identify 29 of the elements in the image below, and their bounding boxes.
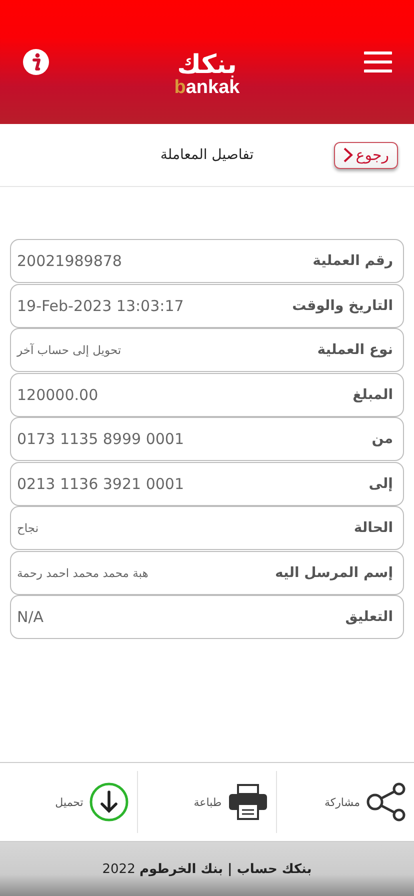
info-icon[interactable]	[22, 48, 50, 76]
field-label: الحالة	[354, 520, 393, 536]
print-button[interactable]: طباعة	[137, 771, 276, 833]
field-value: 0173 1135 8999 0001	[17, 430, 184, 448]
download-icon	[89, 782, 130, 822]
field-label: إلى	[368, 476, 393, 492]
field-label: إسم المرسل اليه	[275, 564, 393, 580]
field-value: نجاح	[17, 521, 39, 535]
page-title: تفاصيل المعاملة	[160, 147, 254, 163]
printer-icon	[228, 784, 268, 820]
field-label: نوع العملية	[317, 342, 393, 358]
menu-icon[interactable]	[364, 51, 392, 73]
field-value: 120000.00	[17, 386, 98, 404]
field-value: هبة محمد محمد احمد رحمة	[17, 566, 148, 580]
chevron-icon	[342, 147, 353, 163]
field-value: 20021989878	[17, 252, 122, 270]
share-icon	[366, 782, 406, 822]
download-button[interactable]: تحميل	[0, 771, 138, 833]
back-button[interactable]: رجوع	[334, 142, 398, 168]
field-value: 19-Feb-2023 13:03:17	[17, 296, 184, 314]
field-label: التاريخ والوقت	[292, 298, 393, 314]
field-label: التعليق	[345, 609, 393, 625]
field-label: رقم العملية	[312, 253, 393, 269]
field-label: المبلغ	[352, 386, 393, 402]
field-value: 0213 1136 3921 0001	[17, 474, 184, 492]
share-button[interactable]: مشاركة	[276, 771, 414, 833]
field-label: من	[372, 431, 393, 447]
field-value: تحويل إلى حساب آخر	[17, 343, 122, 357]
field-value: N/A	[17, 608, 44, 626]
